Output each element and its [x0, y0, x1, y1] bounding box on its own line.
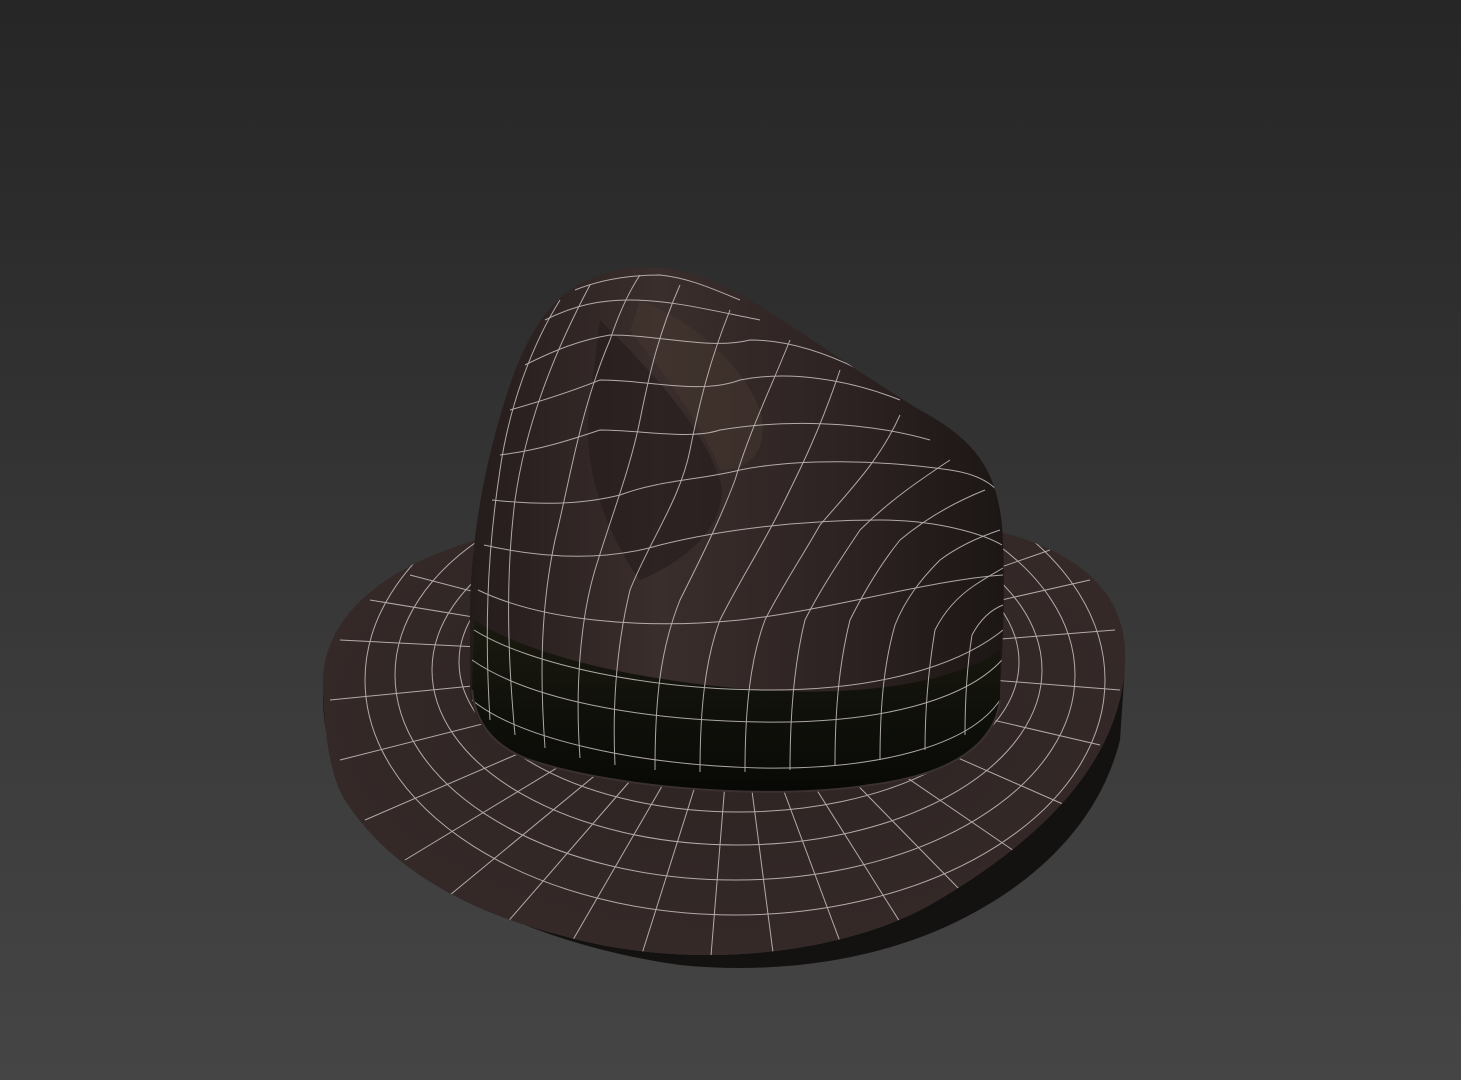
3d-viewport[interactable]	[0, 0, 1461, 1080]
fedora-hat-model[interactable]	[322, 267, 1126, 968]
viewport-scene	[322, 267, 1126, 968]
